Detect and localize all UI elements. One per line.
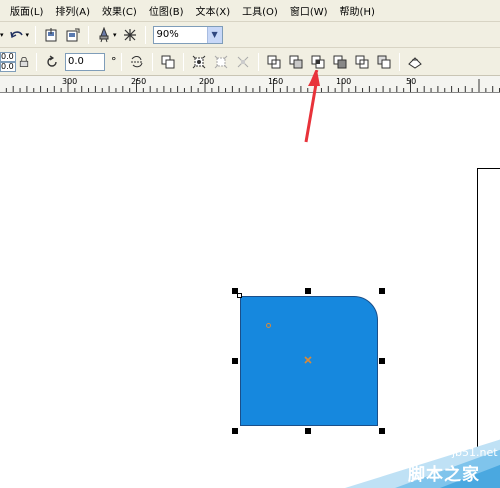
corel-online-icon[interactable]	[121, 26, 139, 44]
separator	[398, 52, 400, 71]
simplify-icon[interactable]	[331, 53, 349, 71]
ruler-label-300: 300	[62, 77, 78, 86]
ruler-label-50: 50	[406, 77, 417, 86]
property-bar: 0.0 0.0 0.0 °	[0, 48, 500, 76]
height-field[interactable]: 0.0	[0, 61, 16, 72]
mirror-icon[interactable]	[128, 53, 146, 71]
red-arrow-icon	[304, 70, 320, 143]
menu-arrange[interactable]: 排列(A)	[55, 3, 90, 18]
undo-icon[interactable]	[8, 26, 26, 44]
menu-text[interactable]: 文本(X)	[196, 3, 231, 18]
object-size-fields: 0.0 0.0	[0, 51, 16, 72]
weld-icon[interactable]	[265, 53, 283, 71]
rotation-angle-input[interactable]: 0.0	[65, 52, 105, 71]
lock-ratio-icon[interactable]	[18, 53, 30, 71]
separator	[144, 25, 146, 44]
application-launcher-icon[interactable]	[95, 26, 113, 44]
menu-help[interactable]: 帮助(H)	[340, 3, 375, 18]
front-minus-back-icon[interactable]	[353, 53, 371, 71]
resize-handle-top-right[interactable]	[379, 288, 385, 294]
width-field[interactable]: 0.0	[0, 51, 16, 62]
separator	[182, 52, 184, 71]
resize-handle-left[interactable]	[232, 358, 238, 364]
menu-bar: 版面(L) 排列(A) 效果(C) 位图(B) 文本(X) 工具(O) 窗口(W…	[0, 0, 500, 22]
menu-tools[interactable]: 工具(O)	[242, 3, 278, 18]
resize-handle-bottom[interactable]	[305, 428, 311, 434]
intersect-icon[interactable]	[309, 53, 327, 71]
ungroup-icon	[212, 53, 230, 71]
separator	[120, 52, 122, 71]
watermark-url: jb51.net	[452, 446, 498, 459]
rotate-icon	[43, 53, 61, 71]
export-icon[interactable]	[64, 26, 82, 44]
zoom-level-value: 90%	[156, 29, 179, 40]
ruler-label-200: 200	[199, 77, 215, 86]
center-x-icon	[304, 356, 312, 364]
chevron-down-icon[interactable]: ▼	[206, 26, 222, 43]
separator	[35, 25, 37, 44]
back-minus-front-icon[interactable]	[375, 53, 393, 71]
trim-icon[interactable]	[287, 53, 305, 71]
chevron-down-icon[interactable]: ▾	[0, 31, 4, 39]
menu-layout[interactable]: 版面(L)	[10, 3, 43, 18]
menu-effects[interactable]: 效果(C)	[102, 3, 137, 18]
ruler-label-250: 250	[131, 77, 147, 86]
chevron-down-icon[interactable]: ▾	[26, 31, 30, 39]
corner-node[interactable]	[237, 293, 242, 298]
resize-handle-bottom-left[interactable]	[232, 428, 238, 434]
menu-bitmaps[interactable]: 位图(B)	[149, 3, 184, 18]
watermark-text: 脚本之家	[408, 465, 480, 485]
group-icon[interactable]	[190, 53, 208, 71]
rotation-center-dot	[266, 323, 271, 328]
separator	[257, 52, 259, 71]
chevron-down-icon[interactable]: ▾	[113, 31, 117, 39]
separator	[88, 25, 90, 44]
horizontal-ruler[interactable]: 300 250 200 150 100 50	[0, 76, 500, 93]
standard-toolbar: ▾ ▾ ▾ 90% ▼	[0, 22, 500, 48]
create-boundary-icon[interactable]	[406, 53, 424, 71]
ungroup-all-icon	[234, 53, 252, 71]
resize-handle-right[interactable]	[379, 358, 385, 364]
separator	[151, 52, 153, 71]
combine-icon[interactable]	[159, 53, 177, 71]
separator	[36, 52, 37, 71]
degree-label: °	[111, 55, 117, 68]
ruler-label-100: 100	[336, 77, 352, 86]
zoom-level-select[interactable]: 90% ▼	[152, 25, 223, 44]
ruler-label-150: 150	[268, 77, 284, 86]
resize-handle-top[interactable]	[305, 288, 311, 294]
menu-window[interactable]: 窗口(W)	[290, 3, 328, 18]
import-icon[interactable]	[42, 26, 60, 44]
